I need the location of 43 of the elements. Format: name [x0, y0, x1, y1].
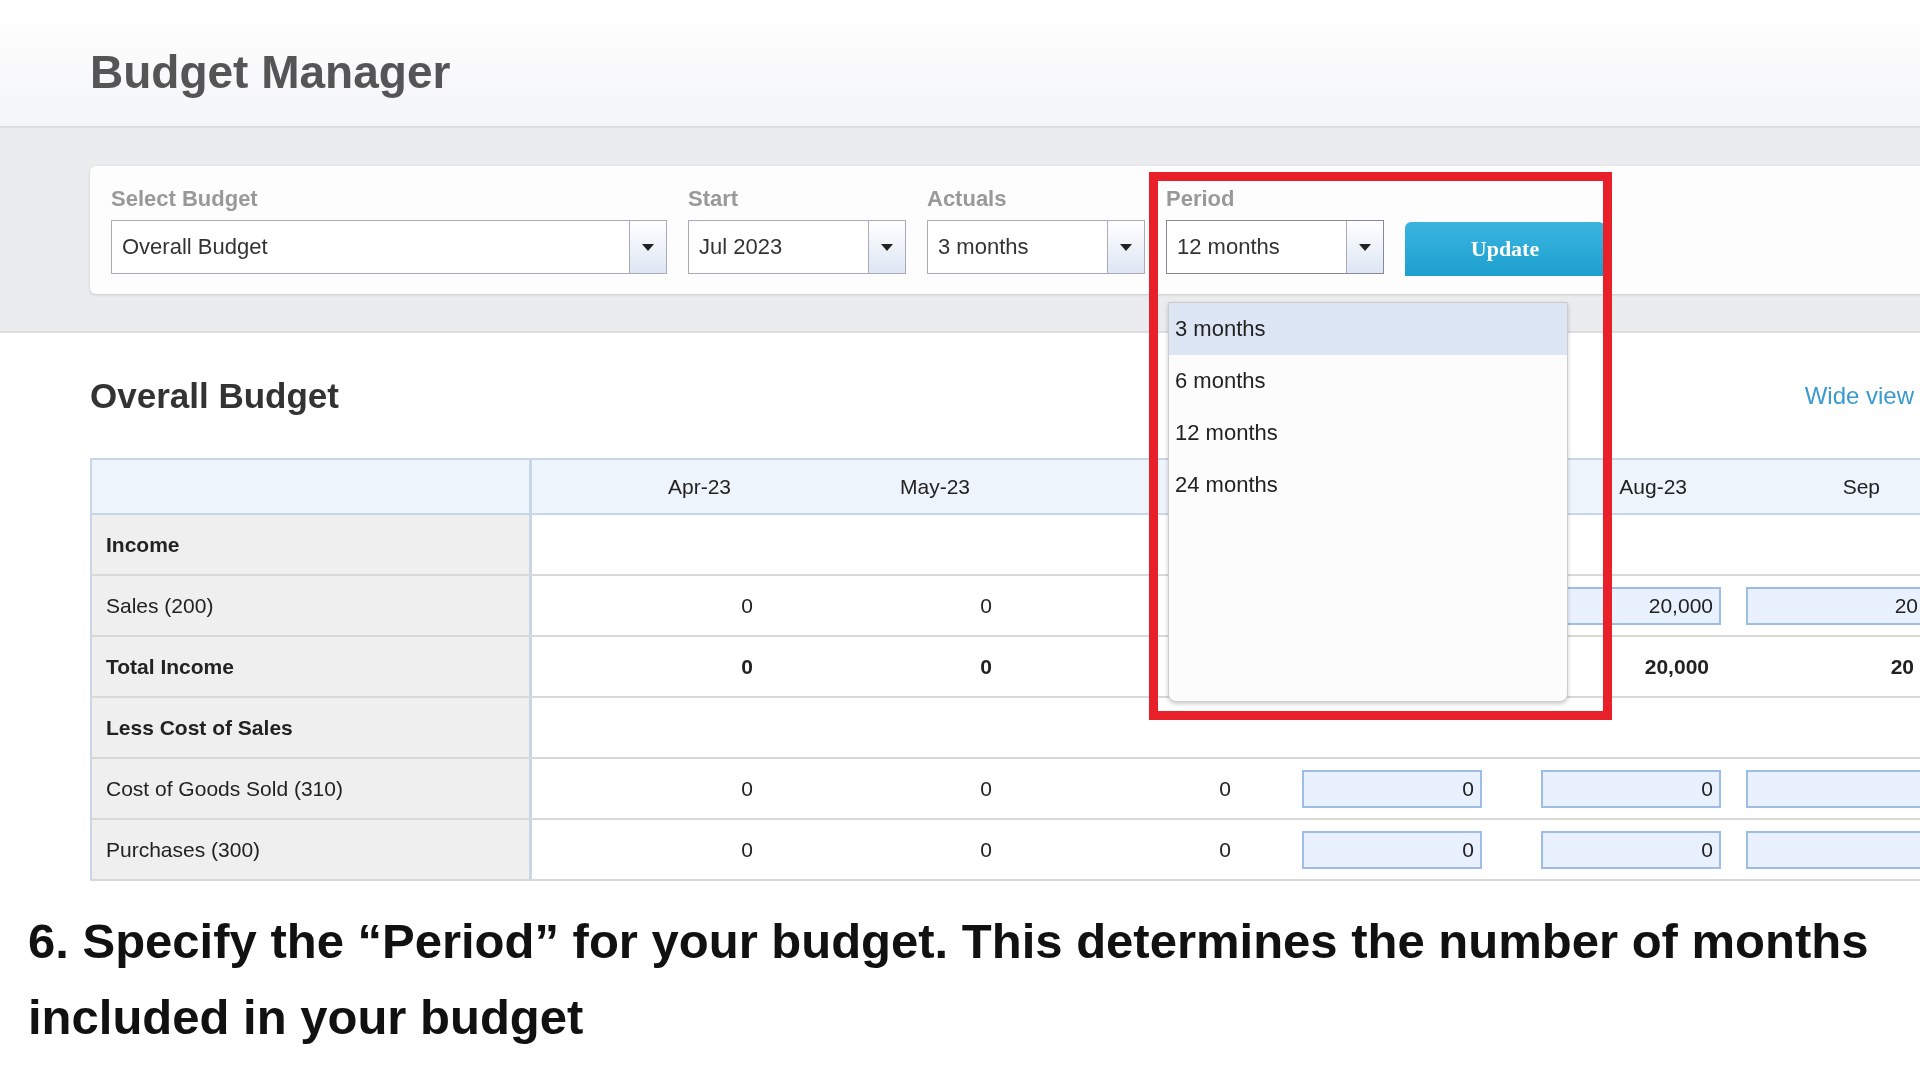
row-label: Purchases (300)	[90, 820, 532, 879]
section-title: Overall Budget	[90, 375, 339, 416]
caret-icon	[642, 243, 654, 251]
menu-option[interactable]: 6 months	[1169, 355, 1567, 407]
caret-icon	[881, 243, 893, 251]
amount-cell: 0	[980, 654, 992, 679]
amount-input[interactable]	[1746, 830, 1920, 869]
menu-option[interactable]: 12 months	[1169, 407, 1567, 459]
row-label: Total Income	[90, 637, 532, 696]
dropdown-field[interactable]: Jul 2023	[688, 220, 906, 274]
caret-icon	[1120, 243, 1132, 251]
amount-cell: 0	[741, 654, 753, 679]
amount-cell: 0	[980, 776, 992, 801]
field-label: Actuals	[927, 186, 1008, 212]
menu-option[interactable]: 3 months	[1169, 303, 1567, 355]
row-label: Income	[90, 515, 532, 574]
row-label: Less Cost of Sales	[90, 698, 532, 757]
amount-cell: 0	[1219, 776, 1231, 801]
amount-cell: 0	[980, 837, 992, 862]
amount-cell: 0	[741, 593, 753, 618]
amount-input[interactable]	[1746, 769, 1920, 808]
caption-text: 6. Specify the “Period” for your budget. This determines the number of months included in your budget	[28, 913, 1870, 1046]
amount-input[interactable]: 0	[1302, 830, 1482, 869]
amount-cell: 20,000	[1644, 654, 1709, 679]
dropdown-field[interactable]: Overall Budget	[111, 220, 667, 274]
amount-cell: 0	[741, 776, 753, 801]
amount-input[interactable]: 0	[1541, 830, 1721, 869]
field-label: Period	[1166, 186, 1236, 212]
field-label: Select Budget	[111, 186, 259, 212]
amount-input[interactable]: 20	[1746, 586, 1920, 625]
amount-cell: 0	[1219, 837, 1231, 862]
row-label: Sales (200)	[90, 576, 532, 635]
dropdown-field[interactable]: 12 months	[1166, 220, 1384, 274]
caret-icon	[1359, 243, 1371, 251]
page-title: Budget Manager	[90, 45, 451, 99]
amount-input[interactable]: 0	[1541, 769, 1721, 808]
amount-cell: 0	[980, 593, 992, 618]
field-label: Start	[688, 186, 740, 212]
dropdown-field[interactable]: 3 months	[927, 220, 1145, 274]
row-label: Cost of Goods Sold (310)	[90, 759, 532, 818]
amount-input[interactable]: 0	[1302, 769, 1482, 808]
amount-cell: 20	[1890, 654, 1914, 679]
amount-cell: 0	[741, 837, 753, 862]
